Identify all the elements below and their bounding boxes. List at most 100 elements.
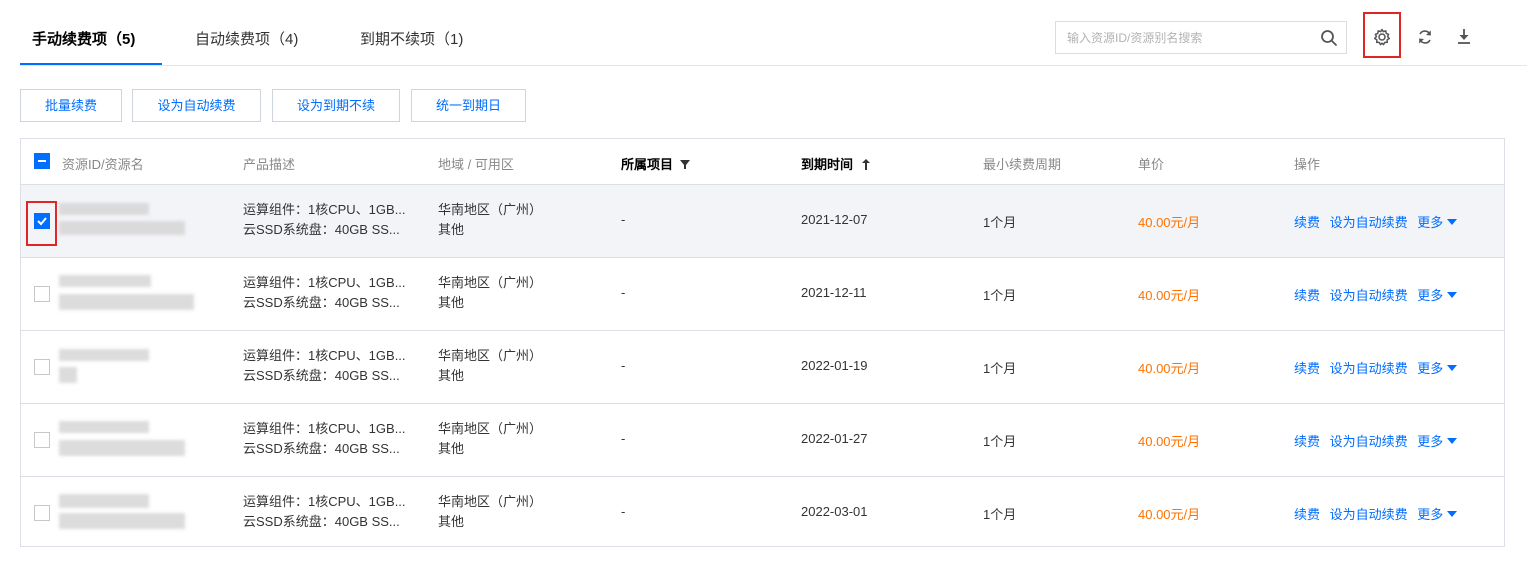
min-cycle: 1个月 — [983, 361, 1017, 376]
product-line-1: 运算组件：1核CPU、1GB... — [243, 348, 406, 363]
product-line-1: 运算组件：1核CPU、1GB... — [243, 275, 406, 290]
header-ops: 操作 — [1294, 157, 1321, 172]
min-cycle: 1个月 — [983, 434, 1017, 449]
header-price: 单价 — [1138, 157, 1165, 172]
more-label: 更多 — [1417, 507, 1444, 522]
unit-price: 40.00元/月 — [1138, 434, 1201, 449]
table-row: 运算组件：1核CPU、1GB... 云SSD系统盘：40GB SS... 华南地… — [21, 331, 1504, 404]
download-icon[interactable] — [1454, 26, 1474, 46]
resource-name-redacted — [59, 221, 185, 235]
region-line-2: 其他 — [438, 514, 465, 529]
product-line-2: 云SSD系统盘：40GB SS... — [243, 368, 400, 383]
row-checkbox[interactable] — [34, 505, 50, 521]
more-label: 更多 — [1417, 288, 1444, 303]
project-value: - — [621, 504, 626, 519]
resource-name-redacted — [59, 294, 194, 310]
row-checkbox[interactable] — [34, 432, 50, 448]
header-min-cycle: 最小续费周期 — [983, 157, 1062, 172]
project-value: - — [621, 285, 626, 300]
min-cycle: 1个月 — [983, 215, 1017, 230]
unit-price: 40.00元/月 — [1138, 361, 1201, 376]
tab-manual-renew[interactable]: 手动续费项（5) — [32, 28, 135, 49]
search-input[interactable] — [1056, 22, 1311, 53]
region-line-2: 其他 — [438, 368, 465, 383]
region-line-2: 其他 — [438, 222, 465, 237]
product-line-2: 云SSD系统盘：40GB SS... — [243, 514, 400, 529]
row-actions: 续费 设为自动续费 更多 — [1294, 358, 1458, 377]
product-desc: 运算组件：1核CPU、1GB... 云SSD系统盘：40GB SS... — [243, 346, 406, 386]
min-cycle: 1个月 — [983, 507, 1017, 522]
more-dropdown[interactable]: 更多 — [1417, 215, 1458, 230]
tab-no-renew[interactable]: 到期不续项（1) — [360, 28, 463, 49]
expiry-date: 2022-01-19 — [801, 358, 868, 373]
renew-link[interactable]: 续费 — [1294, 434, 1320, 449]
product-desc: 运算组件：1核CPU、1GB... 云SSD系统盘：40GB SS... — [243, 492, 406, 532]
renew-link[interactable]: 续费 — [1294, 507, 1320, 522]
set-auto-renew-link[interactable]: 设为自动续费 — [1330, 507, 1408, 522]
header-expiry-label: 到期时间 — [801, 157, 854, 172]
tab-auto-renew[interactable]: 自动续费项（4) — [195, 28, 298, 49]
more-dropdown[interactable]: 更多 — [1417, 288, 1458, 303]
expiry-date: 2021-12-11 — [801, 285, 867, 300]
region: 华南地区（广州） 其他 — [438, 492, 542, 532]
resource-id-redacted — [59, 421, 149, 433]
header-project[interactable]: 所属项目 — [621, 154, 690, 173]
refresh-icon[interactable] — [1415, 27, 1435, 47]
table-row: 运算组件：1核CPU、1GB... 云SSD系统盘：40GB SS... 华南地… — [21, 185, 1504, 258]
caret-down-icon — [1447, 438, 1458, 444]
header-expiry[interactable]: 到期时间 — [801, 154, 870, 173]
product-line-1: 运算组件：1核CPU、1GB... — [243, 202, 406, 217]
sort-ascending-icon[interactable] — [861, 159, 870, 170]
more-dropdown[interactable]: 更多 — [1417, 361, 1458, 376]
table-row: 运算组件：1核CPU、1GB... 云SSD系统盘：40GB SS... 华南地… — [21, 477, 1504, 550]
region: 华南地区（广州） 其他 — [438, 200, 542, 240]
more-dropdown[interactable]: 更多 — [1417, 507, 1458, 522]
search-icon[interactable] — [1320, 29, 1338, 47]
more-dropdown[interactable]: 更多 — [1417, 434, 1458, 449]
min-cycle: 1个月 — [983, 288, 1017, 303]
row-checkbox[interactable] — [34, 286, 50, 302]
product-line-1: 运算组件：1核CPU、1GB... — [243, 421, 406, 436]
project-value: - — [621, 431, 626, 446]
caret-down-icon — [1447, 219, 1458, 225]
resource-id-redacted — [59, 494, 149, 508]
region-line-2: 其他 — [438, 441, 465, 456]
unify-expiry-button[interactable]: 统一到期日 — [411, 89, 526, 122]
renew-link[interactable]: 续费 — [1294, 288, 1320, 303]
set-auto-renew-link[interactable]: 设为自动续费 — [1330, 434, 1408, 449]
product-desc: 运算组件：1核CPU、1GB... 云SSD系统盘：40GB SS... — [243, 419, 406, 459]
row-checkbox[interactable] — [34, 359, 50, 375]
region-line-1: 华南地区（广州） — [438, 421, 543, 436]
select-all-checkbox[interactable] — [34, 153, 50, 169]
set-auto-renew-button[interactable]: 设为自动续费 — [132, 89, 261, 122]
search-box — [1055, 21, 1347, 54]
batch-renew-button[interactable]: 批量续费 — [20, 89, 122, 122]
set-auto-renew-link[interactable]: 设为自动续费 — [1330, 215, 1408, 230]
caret-down-icon — [1447, 511, 1458, 517]
more-label: 更多 — [1417, 434, 1444, 449]
set-no-renew-button[interactable]: 设为到期不续 — [272, 89, 400, 122]
unit-price: 40.00元/月 — [1138, 215, 1201, 230]
expiry-date: 2022-01-27 — [801, 431, 868, 446]
renew-link[interactable]: 续费 — [1294, 361, 1320, 376]
more-label: 更多 — [1417, 361, 1444, 376]
set-auto-renew-link[interactable]: 设为自动续费 — [1330, 288, 1408, 303]
region-line-1: 华南地区（广州） — [438, 348, 543, 363]
project-value: - — [621, 212, 626, 227]
renewal-table: 资源ID/资源名 产品描述 地域 / 可用区 所属项目 到期时间 最小续费周期 … — [20, 138, 1505, 547]
header-region: 地域 / 可用区 — [438, 157, 514, 172]
gear-icon[interactable] — [1372, 27, 1392, 47]
filter-icon[interactable] — [679, 159, 690, 170]
renew-link[interactable]: 续费 — [1294, 215, 1320, 230]
caret-down-icon — [1447, 292, 1458, 298]
indeterminate-mark — [38, 160, 46, 162]
resource-id-redacted — [59, 275, 151, 287]
product-line-2: 云SSD系统盘：40GB SS... — [243, 441, 400, 456]
row-actions: 续费 设为自动续费 更多 — [1294, 212, 1458, 231]
product-line-1: 运算组件：1核CPU、1GB... — [243, 494, 406, 509]
active-tab-indicator — [20, 63, 162, 65]
expiry-date: 2021-12-07 — [801, 212, 868, 227]
set-auto-renew-link[interactable]: 设为自动续费 — [1330, 361, 1408, 376]
resource-id-redacted — [59, 349, 149, 361]
header-project-label: 所属项目 — [621, 157, 674, 172]
